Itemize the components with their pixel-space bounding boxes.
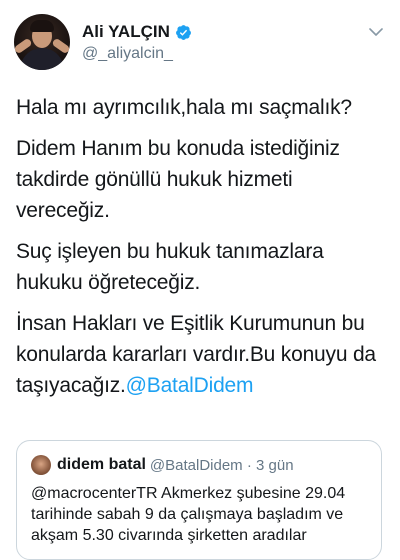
- author-names[interactable]: Ali YALÇIN @_aliyalcin_: [82, 22, 192, 63]
- author-handle[interactable]: @_aliyalcin_: [82, 45, 192, 63]
- tweet-paragraph-2: Didem Hanım bu konuda istediğiniz takdir…: [16, 137, 340, 222]
- quoted-tweet[interactable]: didem batal @BatalDidem · 3 gün @macrocen…: [16, 440, 382, 560]
- tweet-text: Hala mı ayrımcılık,hala mı saçmalık? Did…: [16, 92, 384, 411]
- tweet-paragraph-3: Suç işleyen bu hukuk tanımazlara hukuku …: [16, 240, 324, 294]
- quoted-author-name: didem batal: [57, 456, 146, 473]
- tweet-paragraph-4: İnsan Hakları ve Eşitlik Kurumunun bu ko…: [16, 308, 384, 401]
- mention-link[interactable]: @BatalDidem: [126, 374, 254, 397]
- verified-badge-icon: [175, 24, 191, 40]
- quoted-tweet-header: didem batal @BatalDidem · 3 gün: [31, 455, 371, 477]
- author-avatar[interactable]: [14, 14, 70, 70]
- chevron-down-icon[interactable]: [368, 24, 384, 40]
- tweet-paragraph-1: Hala mı ayrımcılık,hala mı saçmalık?: [16, 96, 352, 119]
- avatar-hair: [30, 20, 54, 32]
- author-display-name[interactable]: Ali YALÇIN: [82, 22, 170, 42]
- quoted-author-meta: @BatalDidem · 3 gün: [149, 456, 294, 474]
- avatar-body: [20, 48, 64, 70]
- quoted-author-avatar: [31, 455, 51, 475]
- tweet-header: Ali YALÇIN @_aliyalcin_: [14, 14, 386, 74]
- quoted-tweet-text: @macrocenterTR Akmerkez şubesine 29.04 t…: [31, 485, 346, 544]
